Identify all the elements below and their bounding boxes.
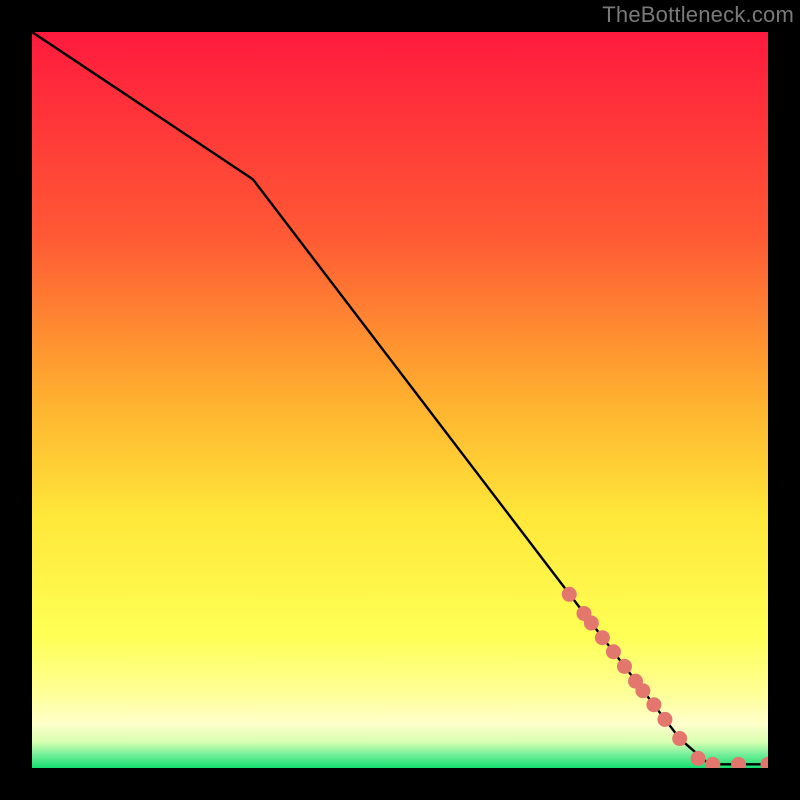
watermark-text: TheBottleneck.com (602, 2, 794, 28)
data-marker (562, 587, 577, 602)
chart-frame: TheBottleneck.com (0, 0, 800, 800)
data-marker (595, 630, 610, 645)
data-marker (672, 731, 687, 746)
data-marker (657, 712, 672, 727)
data-marker (617, 659, 632, 674)
data-marker (691, 751, 706, 766)
data-marker (635, 683, 650, 698)
data-marker (584, 616, 599, 631)
chart-svg (32, 32, 768, 768)
data-marker (606, 644, 621, 659)
data-marker (646, 697, 661, 712)
gradient-bg (32, 32, 768, 768)
chart-plot (32, 32, 768, 768)
